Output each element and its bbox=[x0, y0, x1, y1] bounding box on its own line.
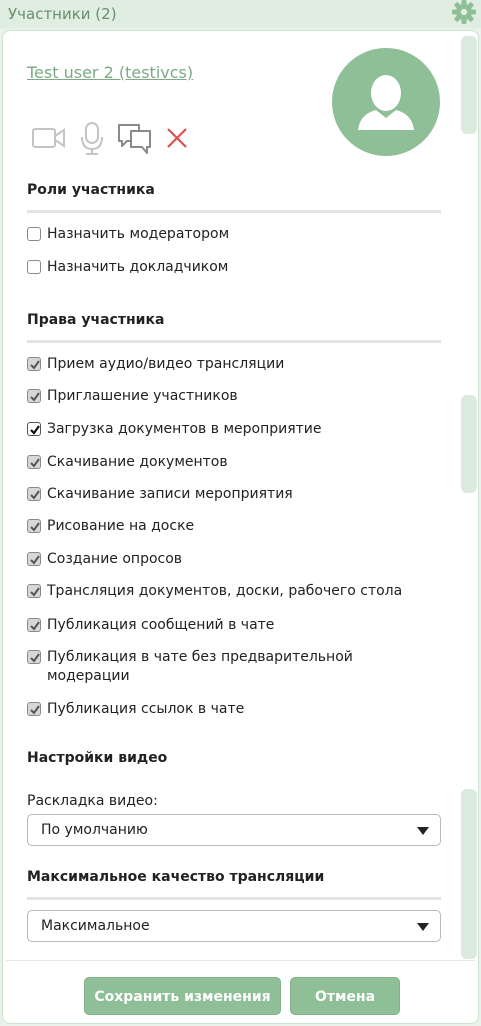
select-value: Максимальное bbox=[41, 918, 150, 934]
checkbox-checked[interactable] bbox=[27, 357, 41, 371]
checkbox-label: Публикация ссылок в чате bbox=[47, 701, 245, 717]
rights-title: Права участника bbox=[27, 312, 165, 328]
chevron-down-icon bbox=[417, 923, 429, 931]
checkbox-checked[interactable] bbox=[27, 702, 41, 716]
title-bar: Участники (2) bbox=[0, 0, 481, 28]
chevron-down-icon bbox=[417, 827, 429, 835]
checkbox-label: Скачивание документов bbox=[47, 454, 228, 470]
chat-icon[interactable] bbox=[117, 123, 153, 159]
user-silhouette-icon bbox=[358, 75, 414, 130]
checkbox-checked[interactable] bbox=[27, 552, 41, 566]
checkbox-row-invite[interactable]: Приглашение участников bbox=[27, 387, 437, 406]
checkbox-row-chat-messages[interactable]: Публикация сообщений в чате bbox=[27, 616, 437, 635]
checkbox-label: Создание опросов bbox=[47, 551, 183, 567]
checkbox-checked[interactable] bbox=[27, 487, 41, 501]
checkbox-label: Трансляция документов, доски, рабочего с… bbox=[47, 583, 403, 599]
video-layout-label: Раскладка видео: bbox=[27, 793, 158, 809]
divider bbox=[27, 340, 441, 343]
save-button[interactable]: Сохранить изменения bbox=[84, 977, 281, 1015]
checkbox-row-download-recording[interactable]: Скачивание записи мероприятия bbox=[27, 485, 437, 504]
checkbox-label: Прием аудио/видео трансляции bbox=[47, 356, 285, 372]
checkbox-row-download-docs[interactable]: Скачивание документов bbox=[27, 453, 437, 472]
quality-title: Максимальное качество трансляции bbox=[27, 869, 325, 885]
checkbox-label: Приглашение участников bbox=[47, 388, 238, 404]
checkbox-row-polls[interactable]: Создание опросов bbox=[27, 550, 437, 569]
checkbox-checked[interactable] bbox=[27, 519, 41, 533]
checkbox-checked[interactable] bbox=[27, 618, 41, 632]
window-title: Участники (2) bbox=[8, 5, 117, 23]
checkbox-row-screen-share[interactable]: Трансляция документов, доски, рабочего с… bbox=[27, 582, 437, 601]
scrollbar-thumb[interactable] bbox=[461, 789, 477, 959]
checkbox-checked[interactable] bbox=[27, 584, 41, 598]
camera-icon[interactable] bbox=[32, 126, 66, 154]
video-layout-select[interactable]: По умолчанию bbox=[27, 814, 441, 846]
checkbox-row-speaker[interactable]: Назначить докладчиком bbox=[27, 258, 437, 277]
checkbox-checked[interactable] bbox=[27, 422, 41, 436]
cancel-button[interactable]: Отмена bbox=[290, 977, 400, 1015]
checkbox[interactable] bbox=[27, 260, 41, 274]
scrollbar-thumb[interactable] bbox=[461, 36, 477, 134]
divider bbox=[27, 897, 441, 900]
video-settings-title: Настройки видео bbox=[27, 750, 168, 766]
scrollbar-thumb[interactable] bbox=[461, 395, 477, 493]
checkbox-label: Публикация сообщений в чате bbox=[47, 617, 275, 633]
avatar bbox=[332, 48, 440, 156]
checkbox[interactable] bbox=[27, 227, 41, 241]
checkbox-label: Назначить докладчиком bbox=[47, 259, 229, 275]
remove-icon[interactable] bbox=[166, 127, 188, 153]
gear-icon[interactable] bbox=[450, 0, 478, 26]
microphone-icon[interactable] bbox=[80, 122, 104, 160]
checkbox-row-upload-docs[interactable]: Загрузка документов в мероприятие bbox=[27, 420, 437, 439]
checkbox-row-receive-av[interactable]: Прием аудио/видео трансляции bbox=[27, 355, 437, 374]
checkbox-checked[interactable] bbox=[27, 389, 41, 403]
checkbox-row-moderator[interactable]: Назначить модератором bbox=[27, 225, 437, 244]
checkbox-label: Публикация в чате без предварительной мо… bbox=[47, 649, 353, 684]
quality-select[interactable]: Максимальное bbox=[27, 910, 441, 942]
checkbox-label: Рисование на доске bbox=[47, 518, 195, 534]
divider bbox=[6, 960, 475, 961]
divider bbox=[27, 210, 441, 213]
user-name-link[interactable]: Test user 2 (testivcs) bbox=[27, 63, 193, 82]
checkbox-row-whiteboard[interactable]: Рисование на доске bbox=[27, 517, 437, 536]
checkbox-row-chat-no-moderation[interactable]: Публикация в чате без предварительной мо… bbox=[27, 648, 387, 686]
checkbox-row-chat-links[interactable]: Публикация ссылок в чате bbox=[27, 700, 437, 719]
checkbox-label: Загрузка документов в мероприятие bbox=[47, 421, 322, 437]
roles-title: Роли участника bbox=[27, 182, 155, 198]
checkbox-checked[interactable] bbox=[27, 650, 41, 664]
select-value: По умолчанию bbox=[41, 822, 148, 838]
checkbox-label: Скачивание записи мероприятия bbox=[47, 486, 293, 502]
checkbox-label: Назначить модератором bbox=[47, 226, 230, 242]
checkbox-checked[interactable] bbox=[27, 455, 41, 469]
